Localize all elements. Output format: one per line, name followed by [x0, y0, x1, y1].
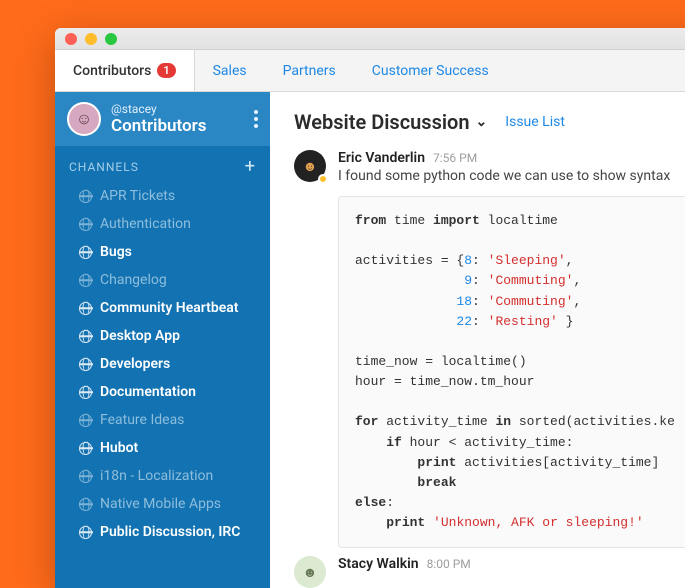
channel-label: Changelog	[100, 272, 167, 288]
team-handle: @stacey	[111, 102, 207, 116]
channel-label: Desktop App	[100, 328, 180, 344]
tab-partners[interactable]: Partners	[265, 50, 354, 91]
channel-list: APR Tickets Authentication Bugs Changelog Co…	[55, 182, 270, 546]
globe-icon	[79, 442, 92, 455]
channel-label: Bugs	[100, 244, 132, 260]
minimize-icon[interactable]	[85, 33, 97, 45]
message-time: 8:00 PM	[427, 557, 471, 571]
tab-customer-success[interactable]: Customer Success	[354, 50, 507, 91]
message-time: 7:56 PM	[433, 151, 477, 165]
message-text: I found some python code we can use to s…	[338, 168, 685, 184]
message: ☻ Eric Vanderlin 7:56 PM I found some pytho…	[294, 150, 685, 548]
channel-label: Feature Ideas	[100, 412, 184, 428]
globe-icon	[79, 526, 92, 539]
issue-list-link[interactable]: Issue List	[505, 114, 565, 130]
tab-badge: 1	[157, 63, 175, 78]
team-tab-bar: Contributors 1 Sales Partners Customer Succe…	[55, 50, 685, 92]
channel-label: Documentation	[100, 384, 196, 400]
globe-icon	[79, 190, 92, 203]
channel-label: Authentication	[100, 216, 191, 232]
app-window: Contributors 1 Sales Partners Customer Succe…	[55, 28, 685, 588]
channel-item[interactable]: Community Heartbeat	[55, 294, 270, 322]
main-pane: Website Discussion ⌄ Issue List ☻ Eric Va…	[270, 92, 685, 588]
channel-label: Hubot	[100, 440, 138, 456]
titlebar	[55, 28, 685, 50]
globe-icon	[79, 274, 92, 287]
message-author: Eric Vanderlin	[338, 150, 425, 166]
tab-label: Sales	[213, 63, 247, 79]
globe-icon	[79, 330, 92, 343]
chevron-down-icon: ⌄	[476, 114, 488, 130]
channel-item[interactable]: Hubot	[55, 434, 270, 462]
channel-item[interactable]: Desktop App	[55, 322, 270, 350]
kebab-icon[interactable]	[254, 110, 258, 128]
channel-item[interactable]: Documentation	[55, 378, 270, 406]
avatar: ☺	[67, 102, 101, 136]
channel-label: Developers	[100, 356, 170, 372]
tab-sales[interactable]: Sales	[195, 50, 265, 91]
message-body: Eric Vanderlin 7:56 PM I found some python…	[338, 150, 685, 548]
channel-item[interactable]: Bugs	[55, 238, 270, 266]
channel-item[interactable]: Public Discussion, IRC	[55, 518, 270, 546]
message-author: Stacy Walkin	[338, 556, 419, 572]
channels-title: CHANNELS	[69, 160, 139, 174]
team-text: @stacey Contributors	[111, 102, 207, 136]
sidebar: ☺ @stacey Contributors CHANNELS + APR Ti…	[55, 92, 270, 588]
status-dot-icon	[318, 174, 328, 184]
globe-icon	[79, 386, 92, 399]
channel-item[interactable]: Developers	[55, 350, 270, 378]
channel-title-text: Website Discussion	[294, 110, 470, 134]
channel-label: Community Heartbeat	[100, 300, 238, 316]
avatar: ☻	[294, 556, 326, 588]
channel-item[interactable]: Authentication	[55, 210, 270, 238]
channel-label: APR Tickets	[100, 188, 175, 204]
message-body: Stacy Walkin 8:00 PM	[338, 556, 685, 588]
tab-label: Contributors	[73, 63, 151, 79]
channels-section-header: CHANNELS +	[55, 146, 270, 182]
avatar: ☻	[294, 150, 326, 182]
channel-item[interactable]: Changelog	[55, 266, 270, 294]
code-block: from time import localtime activities = …	[338, 196, 685, 548]
globe-icon	[79, 358, 92, 371]
channel-item[interactable]: APR Tickets	[55, 182, 270, 210]
globe-icon	[79, 470, 92, 483]
channel-title[interactable]: Website Discussion ⌄	[294, 110, 487, 134]
globe-icon	[79, 246, 92, 259]
globe-icon	[79, 302, 92, 315]
team-header[interactable]: ☺ @stacey Contributors	[55, 92, 270, 146]
channel-label: Native Mobile Apps	[100, 496, 221, 512]
globe-icon	[79, 218, 92, 231]
channel-item[interactable]: Feature Ideas	[55, 406, 270, 434]
channel-item[interactable]: i18n - Localization	[55, 462, 270, 490]
add-channel-icon[interactable]: +	[245, 161, 256, 173]
tab-contributors[interactable]: Contributors 1	[55, 50, 195, 91]
zoom-icon[interactable]	[105, 33, 117, 45]
globe-icon	[79, 498, 92, 511]
message-header: Stacy Walkin 8:00 PM	[338, 556, 685, 572]
globe-icon	[79, 414, 92, 427]
close-icon[interactable]	[65, 33, 77, 45]
channel-label: i18n - Localization	[100, 468, 213, 484]
message-header: Eric Vanderlin 7:56 PM	[338, 150, 685, 166]
message: ☻ Stacy Walkin 8:00 PM	[294, 556, 685, 588]
team-name: Contributors	[111, 116, 207, 136]
tab-label: Customer Success	[372, 63, 489, 79]
channel-label: Public Discussion, IRC	[100, 524, 240, 540]
channel-item[interactable]: Native Mobile Apps	[55, 490, 270, 518]
tab-label: Partners	[283, 63, 336, 79]
channel-header: Website Discussion ⌄ Issue List	[294, 110, 685, 134]
